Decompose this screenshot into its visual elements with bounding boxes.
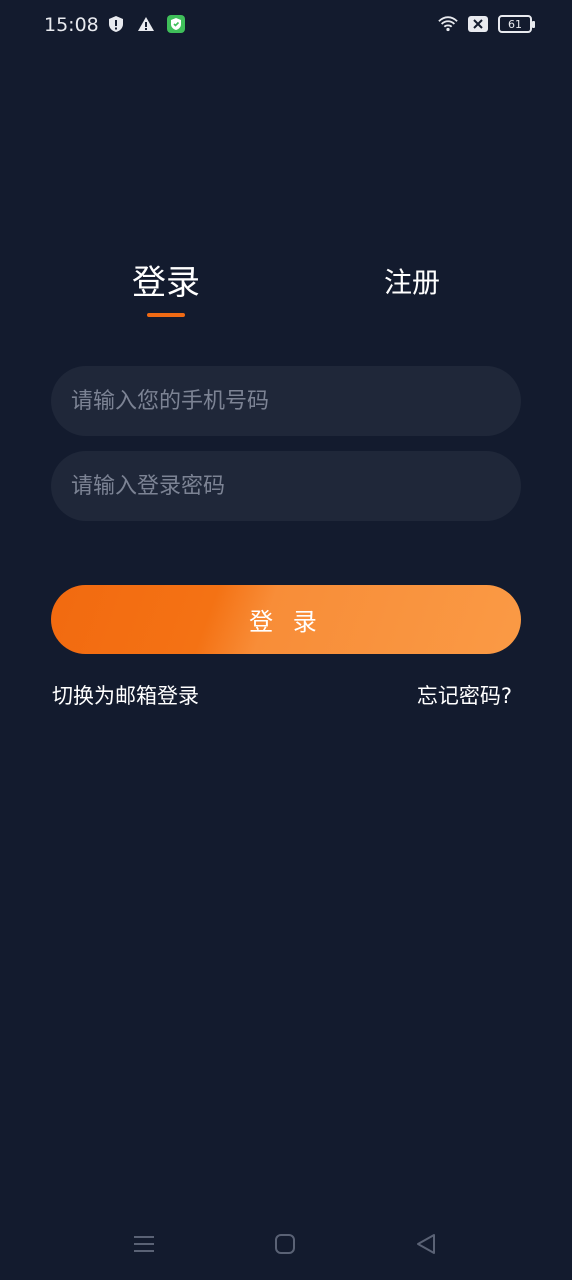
phone-field-container [51, 366, 521, 436]
sim-off-icon [468, 14, 488, 34]
battery-icon: 61 [498, 15, 535, 33]
status-left-icons [106, 14, 186, 34]
home-icon[interactable] [273, 1232, 297, 1256]
forgot-password-link[interactable]: 忘记密码? [417, 680, 512, 710]
tab-login[interactable]: 登录 [126, 255, 206, 304]
back-icon[interactable] [414, 1232, 438, 1256]
security-app-icon [166, 14, 186, 34]
shield-alert-icon [106, 14, 126, 34]
password-field-container [51, 451, 521, 521]
login-button[interactable]: 登 录 [51, 585, 521, 654]
switch-email-login-link[interactable]: 切换为邮箱登录 [52, 680, 199, 710]
wifi-icon [438, 14, 458, 34]
menu-icon[interactable] [132, 1232, 156, 1256]
active-tab-indicator [147, 313, 185, 317]
system-nav-bar [0, 1220, 572, 1270]
warning-icon [136, 14, 156, 34]
tab-register[interactable]: 注册 [372, 261, 452, 301]
status-time: 15:08 [44, 14, 99, 36]
auth-tabs: 登录 注册 [0, 255, 572, 325]
password-input[interactable] [51, 451, 521, 521]
status-bar: 15:08 61 [0, 0, 572, 52]
login-screen: 15:08 61 登录 注册 请输入您的手机号码 登 录 切换为邮箱登录 忘记密… [0, 0, 572, 1280]
status-right-icons: 61 [438, 14, 535, 34]
phone-input[interactable] [51, 366, 521, 436]
